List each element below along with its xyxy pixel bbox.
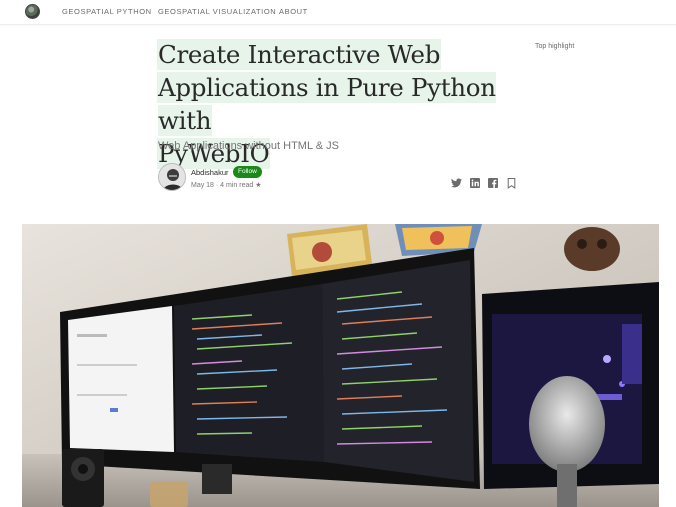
twitter-icon[interactable] xyxy=(450,177,462,189)
linkedin-icon[interactable] xyxy=(469,177,481,189)
hero-image-computer-monitor xyxy=(22,224,659,507)
nav-item-geospatial-visualization[interactable]: GEOSPATIAL VISUALIZATION xyxy=(158,7,276,16)
title-line: Applications in Pure Python with xyxy=(158,73,496,135)
globe-logo-icon[interactable] xyxy=(25,4,40,19)
article-subtitle: Web Applications without HTML & JS xyxy=(158,140,339,152)
title-line: Create Interactive Web xyxy=(158,40,441,69)
facebook-icon[interactable] xyxy=(487,177,499,189)
top-highlight-label: Top highlight xyxy=(535,43,575,50)
follow-button[interactable]: Follow xyxy=(233,166,262,178)
nav-item-about[interactable]: ABOUT xyxy=(279,7,308,16)
bookmark-icon[interactable] xyxy=(505,177,517,189)
article-meta: May 18 · 4 min read ★ xyxy=(191,182,262,189)
nav-item-geospatial-python[interactable]: GEOSPATIAL PYTHON xyxy=(62,7,152,16)
author-avatar[interactable] xyxy=(158,163,186,191)
author-name[interactable]: Abdishakur xyxy=(191,168,229,177)
top-navigation: GEOSPATIAL PYTHON GEOSPATIAL VISUALIZATI… xyxy=(0,0,676,25)
